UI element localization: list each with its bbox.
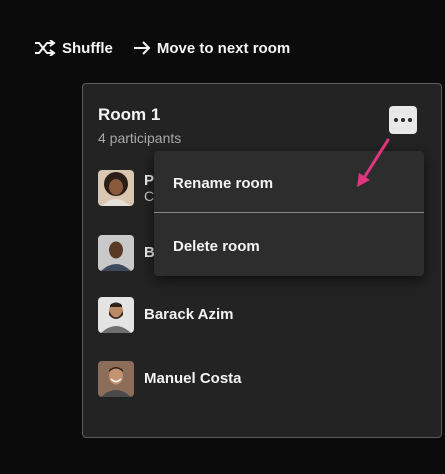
more-options-button[interactable] [389, 106, 417, 134]
avatar [98, 170, 134, 206]
room-title: Room 1 [98, 105, 161, 124]
delete-room-menu-item[interactable]: Delete room [154, 216, 424, 276]
shuffle-button[interactable]: Shuffle [34, 40, 113, 57]
move-to-next-room-label: Move to next room [156, 39, 291, 57]
more-horizontal-icon [394, 118, 412, 122]
participant-item[interactable]: Barack Azim [98, 297, 234, 333]
room-toolbar: Shuffle Move to next room [34, 36, 290, 60]
participant-item[interactable]: B [98, 235, 155, 271]
participant-name: P [144, 172, 155, 189]
menu-divider [154, 212, 424, 213]
participant-count: 4 participants [98, 130, 182, 146]
participant-item[interactable]: P C [98, 170, 154, 206]
participant-name: Manuel Costa [144, 370, 242, 387]
shuffle-label: Shuffle [62, 39, 113, 57]
annotation-arrow-icon [350, 135, 395, 195]
avatar [98, 235, 134, 271]
avatar [98, 361, 134, 397]
move-to-next-room-button[interactable]: Move to next room [133, 40, 290, 57]
avatar [98, 297, 134, 333]
participant-subtitle: C [144, 188, 155, 204]
participant-name: Barack Azim [144, 306, 234, 323]
participant-item[interactable]: Manuel Costa [98, 361, 242, 397]
arrow-right-icon [133, 40, 151, 56]
shuffle-icon [34, 40, 56, 56]
